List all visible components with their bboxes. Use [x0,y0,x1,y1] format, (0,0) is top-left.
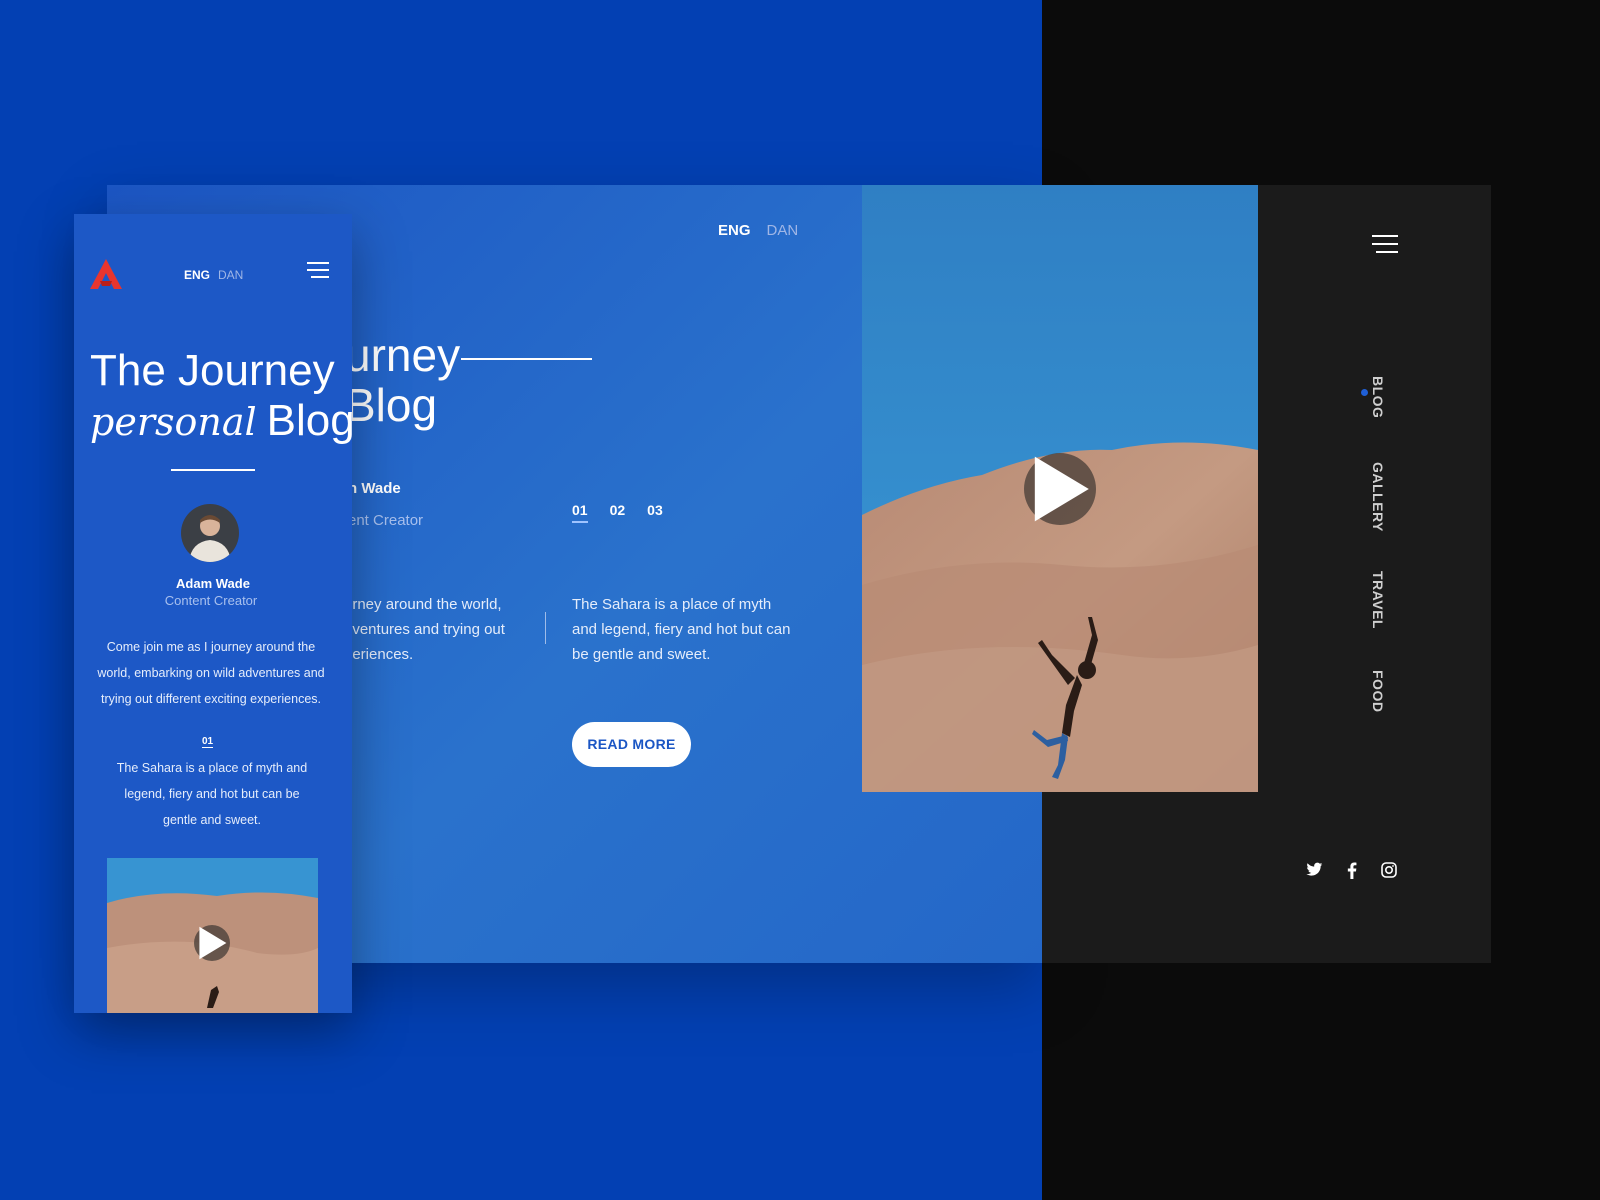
pager-item-01[interactable]: 01 [572,502,588,523]
text-separator [545,612,546,644]
desktop-author-name: n Wade [348,480,401,497]
mobile-photo [107,858,318,1013]
nav-item-blog[interactable]: BLOG [1370,376,1386,418]
desktop-title: urney Blog [345,330,460,430]
hero-photo [862,185,1258,792]
desktop-title-line2: Blog [345,379,438,431]
pager-item-03[interactable]: 03 [647,502,663,518]
mobile-play-icon [199,926,227,960]
lang-dan[interactable]: DAN [767,222,799,239]
nav-item-food[interactable]: FOOD [1370,670,1386,712]
lang-eng[interactable]: ENG [718,222,751,239]
nav-item-gallery[interactable]: GALLERY [1370,462,1386,532]
avatar [181,504,239,562]
desktop-title-line1: urney [345,329,461,381]
play-button[interactable] [1024,453,1096,525]
mobile-author-role: Content Creator [164,593,258,608]
twitter-icon[interactable] [1306,862,1323,877]
mobile-title-divider [171,469,255,471]
desktop-language-switch: ENG DAN [718,222,798,239]
mobile-lang-dan[interactable]: DAN [218,268,243,282]
desktop-pager: 01 02 03 [572,502,685,523]
mobile-menu-button[interactable] [307,262,329,284]
desktop-intro-text: urney around the world, dventures and tr… [344,596,505,663]
mobile-title-line1: The Journey [90,346,335,395]
pager-item-02[interactable]: 02 [610,502,626,518]
mobile-intro-text: Come join me as I journey around the wor… [97,640,325,706]
play-icon [1034,456,1089,522]
mobile-lang-eng[interactable]: ENG [184,268,210,282]
mobile-play-button[interactable] [194,925,230,961]
mobile-title-script: personal [90,400,257,444]
logo-icon[interactable] [90,259,122,289]
instagram-icon[interactable] [1381,862,1397,878]
title-divider [461,358,592,360]
read-more-button[interactable]: READ MORE [572,722,691,767]
desktop-sahara-text: The Sahara is a place of myth and legend… [572,596,791,663]
facebook-icon[interactable] [1347,862,1357,879]
menu-button[interactable] [1372,235,1398,259]
mobile-title-word: Blog [266,396,352,445]
mobile-language-switch: ENG DAN [184,268,243,282]
nav-item-travel[interactable]: TRAVEL [1370,571,1386,629]
mobile-mockup: ENG DAN The Journey personal Blog Adam Wad… [74,214,352,1013]
active-nav-indicator [1361,389,1368,396]
mobile-page-indicator[interactable]: 01 [202,736,214,748]
mobile-author-name: Adam Wade [176,576,250,591]
mobile-sahara-text: The Sahara is a place of myth and legend… [116,761,308,827]
desktop-author-role: ent Creator [348,512,424,529]
mobile-title: The Journey personal Blog [90,346,352,447]
